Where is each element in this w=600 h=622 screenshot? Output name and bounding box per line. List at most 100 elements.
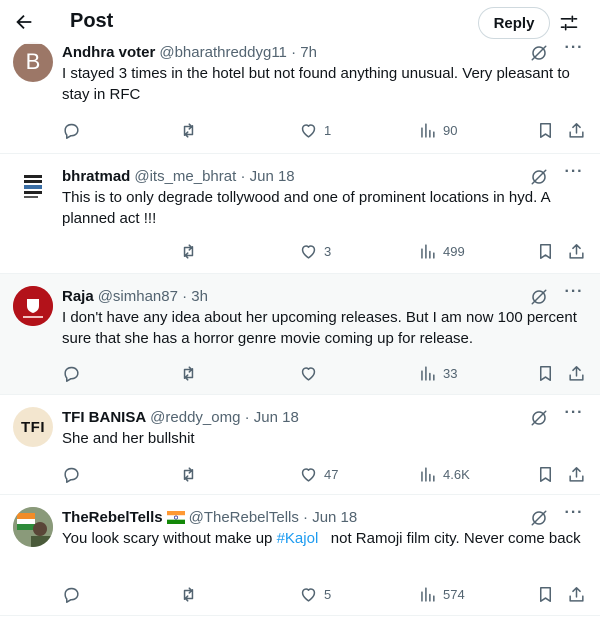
reply-post[interactable]: bhratmad @its_me_bhrat · Jun 18 ··· This… <box>0 154 600 274</box>
avatar-image <box>13 507 53 547</box>
share-action[interactable] <box>567 240 586 262</box>
action-bar: 1 90 <box>0 119 600 141</box>
avatar[interactable] <box>13 286 53 326</box>
bar-chart-icon <box>421 466 435 482</box>
grok-slash-icon[interactable] <box>530 44 548 62</box>
views-action[interactable]: 33 <box>418 362 457 384</box>
bookmark-icon <box>539 365 552 381</box>
avatar[interactable]: B <box>13 42 53 82</box>
more-button[interactable]: ··· <box>564 405 584 427</box>
reply-action[interactable] <box>62 463 81 485</box>
bookmark-action[interactable] <box>536 362 555 384</box>
post-text: You look scary without make up #Kajol no… <box>62 528 586 549</box>
action-bar: 47 4.6K <box>0 463 600 485</box>
speech-bubble-icon <box>64 587 79 603</box>
share-action[interactable] <box>567 362 586 384</box>
bookmark-action[interactable] <box>536 240 555 262</box>
post-text-part: not Ramoji film city. Never come back <box>318 530 581 547</box>
share-upload-icon <box>569 365 584 381</box>
repost-action[interactable] <box>179 463 198 485</box>
more-button[interactable]: ··· <box>564 164 584 186</box>
reply-button[interactable]: Reply <box>478 7 550 39</box>
avatar[interactable] <box>13 168 53 208</box>
views-action[interactable]: 499 <box>418 240 465 262</box>
bar-chart-icon <box>421 243 435 259</box>
author-name[interactable]: bhratmad <box>62 168 130 185</box>
views-action[interactable]: 574 <box>418 583 465 605</box>
like-action[interactable]: 47 <box>299 463 338 485</box>
view-count: 90 <box>443 122 458 138</box>
post-text-part: You look scary without make up <box>62 530 277 547</box>
share-upload-icon <box>569 466 584 482</box>
more-button[interactable]: ··· <box>564 40 584 62</box>
share-action[interactable] <box>567 583 586 605</box>
view-count: 499 <box>443 243 465 259</box>
hashtag-link[interactable]: #Kajol <box>277 530 319 547</box>
sliders-icon <box>560 15 578 31</box>
views-action[interactable]: 4.6K <box>418 463 470 485</box>
like-action[interactable]: 3 <box>299 240 331 262</box>
author-handle[interactable]: @TheRebelTells · Jun 18 <box>189 509 358 526</box>
grok-slash-icon[interactable] <box>530 168 548 186</box>
action-bar: 33 <box>0 362 600 384</box>
bookmark-action[interactable] <box>536 583 555 605</box>
speech-bubble-icon <box>64 467 79 483</box>
bookmark-icon <box>539 466 552 482</box>
grok-slash-icon[interactable] <box>530 288 548 306</box>
grok-slash-icon[interactable] <box>530 509 548 527</box>
author-name[interactable]: Raja <box>62 288 94 305</box>
bar-chart-icon <box>421 365 435 381</box>
reply-action[interactable] <box>62 119 81 141</box>
reply-action[interactable] <box>62 362 81 384</box>
bookmark-action[interactable] <box>536 119 555 141</box>
top-bar: Post Reply <box>0 0 600 44</box>
like-count: 1 <box>324 122 332 138</box>
like-action[interactable]: 1 <box>299 119 331 141</box>
author-name[interactable]: Andhra voter <box>62 44 155 61</box>
page-title: Post <box>70 10 114 32</box>
avatar[interactable] <box>13 507 53 547</box>
more-button[interactable]: ··· <box>564 505 584 527</box>
reply-post[interactable]: TheRebelTells @TheRebelTells · Jun 18 ··… <box>0 495 600 616</box>
like-count: 3 <box>324 243 332 259</box>
author-handle[interactable]: @reddy_omg · Jun 18 <box>150 409 299 426</box>
repost-arrows-icon <box>183 122 194 138</box>
avatar[interactable]: TFI <box>13 407 53 447</box>
bookmark-icon <box>539 586 552 602</box>
bookmark-action[interactable] <box>536 463 555 485</box>
like-count: 5 <box>324 586 332 602</box>
grok-slash-icon[interactable] <box>530 409 548 427</box>
speech-bubble-icon <box>64 366 79 382</box>
like-action[interactable]: 5 <box>299 583 331 605</box>
heart-icon <box>301 587 316 602</box>
share-action[interactable] <box>567 119 586 141</box>
repost-action[interactable] <box>179 583 198 605</box>
filter-button[interactable] <box>556 10 582 36</box>
more-button[interactable]: ··· <box>564 284 584 306</box>
author-handle[interactable]: @bharathreddyg11 · 7h <box>159 44 317 61</box>
repost-action[interactable] <box>179 119 198 141</box>
like-count: 47 <box>324 466 339 482</box>
share-action[interactable] <box>567 463 586 485</box>
arrow-left-icon <box>16 14 32 30</box>
like-action[interactable] <box>299 362 318 384</box>
post-text: This is to only degrade tollywood and on… <box>62 189 550 227</box>
avatar-text: TFI <box>21 418 45 436</box>
bookmark-icon <box>539 243 552 259</box>
author-handle[interactable]: @its_me_bhrat · Jun 18 <box>134 168 294 185</box>
views-action[interactable]: 90 <box>418 119 457 141</box>
author-handle[interactable]: @simhan87 · 3h <box>98 288 208 305</box>
share-upload-icon <box>569 586 584 602</box>
back-button[interactable] <box>10 8 38 36</box>
share-upload-icon <box>569 243 584 259</box>
author-name[interactable]: TheRebelTells <box>62 509 163 526</box>
repost-action[interactable] <box>179 240 198 262</box>
reply-post[interactable]: Raja @simhan87 · 3h ··· I don't have any… <box>0 274 600 395</box>
reply-post[interactable]: TFI TFI BANISA @reddy_omg · Jun 18 ··· S… <box>0 395 600 495</box>
reply-action[interactable] <box>62 583 81 605</box>
author-name[interactable]: TFI BANISA <box>62 409 146 426</box>
reply-post[interactable]: B Andhra voter @bharathreddyg11 · 7h ···… <box>0 33 600 154</box>
repost-action[interactable] <box>179 362 198 384</box>
repost-arrows-icon <box>183 586 194 602</box>
repost-arrows-icon <box>183 243 194 259</box>
